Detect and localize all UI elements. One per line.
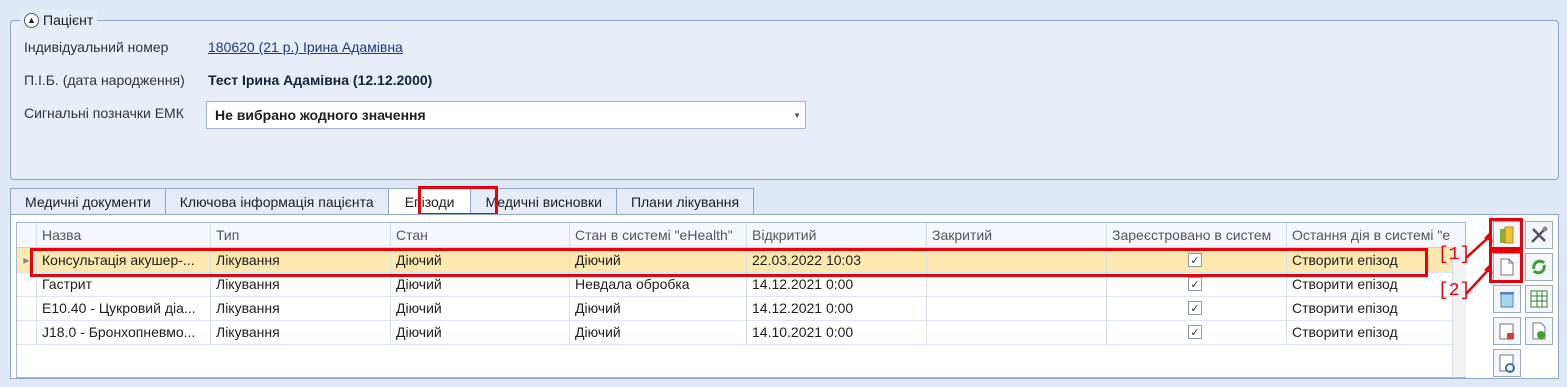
- wrench-icon: [1531, 226, 1548, 243]
- id-label: Індивідуальний номер: [24, 39, 169, 55]
- episodes-grid: Назва Тип Стан Стан в системі "eHealth" …: [16, 222, 1466, 378]
- grid-header: Назва Тип Стан Стан в системі "eHealth" …: [17, 223, 1465, 248]
- registered-checkbox[interactable]: ✓: [1188, 277, 1202, 291]
- episodes-panel: Назва Тип Стан Стан в системі "eHealth" …: [10, 214, 1559, 379]
- spreadsheet-button[interactable]: [1525, 285, 1553, 313]
- column-header-last-action[interactable]: Остання дія в системі "е: [1287, 223, 1452, 247]
- column-header-ehealth-state[interactable]: Стан в системі "eHealth": [570, 223, 747, 247]
- patient-name: Тест Ірина Адамівна (12.12.2000): [208, 72, 433, 88]
- registered-checkbox[interactable]: ✓: [1188, 253, 1202, 267]
- export-document-icon: [1532, 322, 1546, 340]
- chevron-down-icon: ▼: [793, 111, 801, 120]
- table-row[interactable]: E10.40 - Цукровий діа... Лікування Діючи…: [17, 296, 1465, 321]
- patient-id-link[interactable]: 180620 (21 р.) Ірина Адамівна: [208, 39, 403, 55]
- registered-checkbox[interactable]: ✓: [1188, 325, 1202, 339]
- table-row[interactable]: J18.0 - Бронхопневмо... Лікування Діючий…: [17, 320, 1465, 345]
- table-row[interactable]: ▶ Консультація акушер-... Лікування Діюч…: [17, 248, 1465, 273]
- report-icon: [1499, 323, 1514, 340]
- refresh-icon: [1532, 259, 1546, 275]
- tab-medical-documents[interactable]: Медичні документи: [10, 188, 166, 214]
- new-document-icon: [1500, 258, 1514, 276]
- annotation-arrows: [1465, 232, 1493, 295]
- patient-legend: ▲ Пацієнт: [20, 10, 98, 30]
- name-label: П.І.Б. (дата народження): [24, 72, 185, 88]
- document-refresh-icon: [1499, 354, 1515, 373]
- recycle-bin-icon: [1500, 292, 1514, 308]
- signals-dropdown-value: Не вибрано жодного значення: [215, 107, 426, 123]
- table-row[interactable]: Гастрит Лікування Діючий Невдала обробка…: [17, 272, 1465, 297]
- tools-button[interactable]: [1525, 221, 1553, 249]
- tab-treatment-plans[interactable]: Плани лікування: [615, 188, 755, 214]
- column-header-closed[interactable]: Закритий: [927, 223, 1107, 247]
- tab-key-info[interactable]: Ключова інформація пацієнта: [164, 188, 389, 214]
- print-button[interactable]: [1493, 317, 1521, 345]
- history-button[interactable]: [1493, 349, 1521, 377]
- export-button[interactable]: [1525, 317, 1553, 345]
- spreadsheet-icon: [1530, 290, 1548, 308]
- collapse-icon[interactable]: ▲: [24, 12, 39, 28]
- column-header-registered[interactable]: Зареєстровано в систем: [1107, 223, 1287, 247]
- signals-dropdown[interactable]: Не вибрано жодного значення ▼: [206, 101, 806, 129]
- column-header-state[interactable]: Стан: [391, 223, 570, 247]
- patient-legend-label: Пацієнт: [43, 12, 94, 28]
- tab-medical-conclusions[interactable]: Медичні висновки: [470, 188, 617, 214]
- row-indicator-icon: ▶: [17, 248, 37, 272]
- signals-label: Сигнальні позначки ЕМК: [24, 105, 184, 121]
- column-header-name[interactable]: Назва: [37, 223, 211, 247]
- folder-open-icon: [1500, 226, 1514, 244]
- tab-episodes[interactable]: Епізоди: [387, 188, 472, 215]
- tab-strip: Медичні документи Ключова інформація пац…: [10, 188, 755, 215]
- column-header-opened[interactable]: Відкритий: [747, 223, 927, 247]
- registered-checkbox[interactable]: ✓: [1188, 301, 1202, 315]
- column-header-type[interactable]: Тип: [211, 223, 391, 247]
- sync-button[interactable]: [1525, 253, 1553, 281]
